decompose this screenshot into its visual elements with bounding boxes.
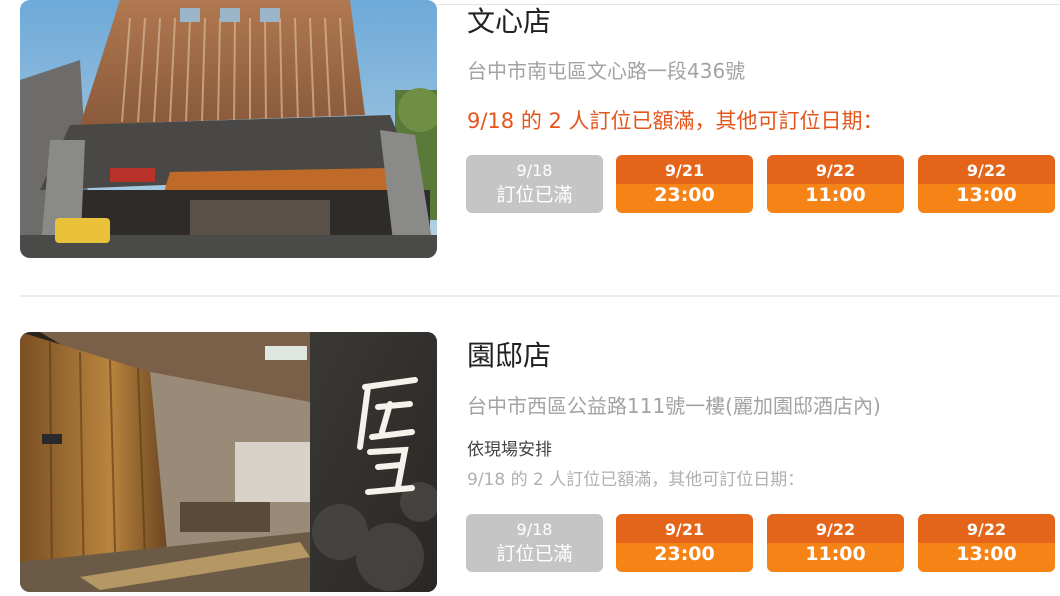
time-slot-full: 9/18 訂位已滿 — [466, 155, 603, 213]
slot-date: 9/18 — [516, 161, 553, 180]
slot-date: 9/22 — [815, 161, 856, 180]
seating-note: 依現場安排 — [467, 440, 552, 460]
time-slot-button[interactable]: 9/22 11:00 — [767, 514, 904, 572]
slot-time: 23:00 — [654, 543, 715, 565]
time-slot-button[interactable]: 9/21 23:00 — [616, 514, 753, 572]
restaurant-card[interactable]: 文心店 台中市南屯區文心路一段436號 9/18 的 2 人訂位已額滿，其他可訂… — [0, 0, 1060, 270]
card-divider — [20, 295, 1060, 297]
slot-time: 11:00 — [805, 184, 866, 206]
restaurant-photo[interactable] — [20, 332, 437, 592]
slot-time: 13:00 — [956, 543, 1017, 565]
time-slot-full: 9/18 訂位已滿 — [466, 514, 603, 572]
time-slot-button[interactable]: 9/21 23:00 — [616, 155, 753, 213]
time-slot-list: 9/18 訂位已滿 9/21 23:00 9/22 11:00 9/22 13:… — [466, 514, 1056, 572]
slot-date: 9/18 — [516, 520, 553, 539]
restaurant-name[interactable]: 文心店 — [467, 8, 551, 36]
time-slot-button[interactable]: 9/22 13:00 — [918, 155, 1055, 213]
slot-date: 9/22 — [966, 520, 1007, 539]
slot-time: 23:00 — [654, 184, 715, 206]
time-slot-button[interactable]: 9/22 11:00 — [767, 155, 904, 213]
restaurant-photo[interactable] — [20, 0, 437, 258]
slot-date: 9/21 — [664, 520, 705, 539]
slot-time: 11:00 — [805, 543, 866, 565]
restaurant-card[interactable]: 園邸店 台中市西區公益路111號一樓(麗加園邸酒店內) 依現場安排 9/18 的… — [0, 330, 1060, 596]
slot-time: 訂位已滿 — [496, 543, 573, 565]
slot-date: 9/22 — [966, 161, 1007, 180]
fully-booked-message: 9/18 的 2 人訂位已額滿，其他可訂位日期： — [467, 109, 884, 133]
time-slot-button[interactable]: 9/22 13:00 — [918, 514, 1055, 572]
time-slot-list: 9/18 訂位已滿 9/21 23:00 9/22 11:00 9/22 13:… — [466, 155, 1056, 213]
fully-booked-message: 9/18 的 2 人訂位已額滿，其他可訂位日期： — [467, 470, 805, 490]
restaurant-address: 台中市南屯區文心路一段436號 — [467, 59, 746, 83]
restaurant-address: 台中市西區公益路111號一樓(麗加園邸酒店內) — [467, 394, 881, 418]
slot-time: 訂位已滿 — [496, 184, 573, 206]
slot-date: 9/22 — [815, 520, 856, 539]
restaurant-name[interactable]: 園邸店 — [467, 342, 551, 370]
slot-date: 9/21 — [664, 161, 705, 180]
slot-time: 13:00 — [956, 184, 1017, 206]
